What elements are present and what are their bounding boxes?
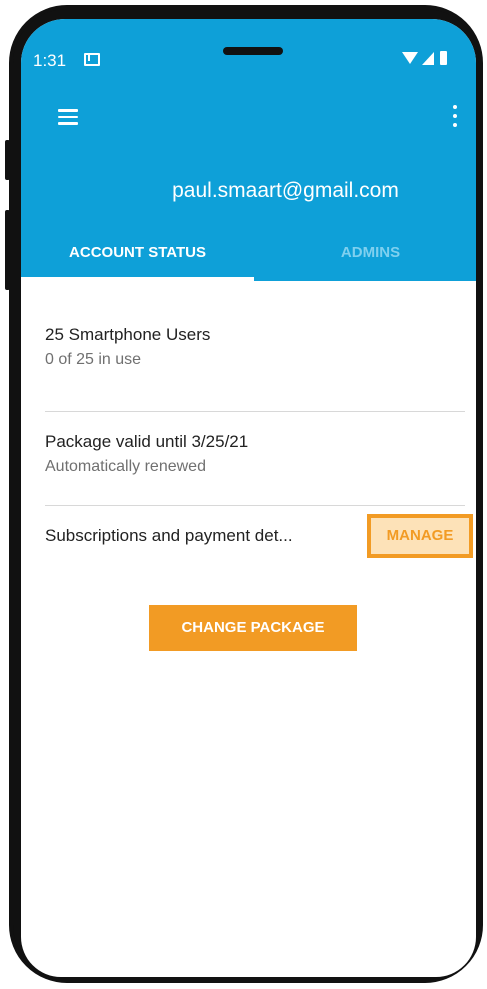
tab-account-status[interactable]: ACCOUNT STATUS bbox=[21, 235, 254, 281]
signal-icon bbox=[422, 52, 434, 65]
change-package-button[interactable]: CHANGE PACKAGE bbox=[149, 605, 357, 651]
app-bar: 1:31 paul.smaart@gmail.com ACCOUNT STATU… bbox=[21, 19, 476, 281]
users-row: 25 Smartphone Users 0 of 25 in use bbox=[45, 325, 465, 369]
divider bbox=[45, 411, 465, 412]
phone-side-button bbox=[5, 140, 10, 180]
menu-icon[interactable] bbox=[58, 109, 78, 125]
account-email: paul.smaart@gmail.com bbox=[172, 179, 399, 202]
battery-icon bbox=[440, 51, 447, 65]
status-bar: 1:31 bbox=[21, 19, 476, 70]
users-title: 25 Smartphone Users bbox=[45, 325, 211, 344]
subscriptions-label: Subscriptions and payment det... bbox=[45, 526, 293, 545]
more-vertical-icon[interactable] bbox=[451, 105, 459, 129]
tab-indicator bbox=[21, 277, 254, 281]
package-renewal: Automatically renewed bbox=[45, 458, 206, 475]
divider bbox=[45, 505, 465, 506]
camera-notch bbox=[223, 47, 283, 55]
tab-admins[interactable]: ADMINS bbox=[254, 235, 476, 281]
phone-screen: 1:31 paul.smaart@gmail.com ACCOUNT STATU… bbox=[21, 19, 476, 977]
users-usage: 0 of 25 in use bbox=[45, 351, 142, 368]
manage-button[interactable]: MANAGE bbox=[367, 514, 473, 558]
phone-side-button bbox=[5, 210, 10, 290]
status-icons bbox=[402, 51, 462, 67]
package-title: Package valid until 3/25/21 bbox=[45, 432, 249, 451]
wifi-icon bbox=[402, 52, 418, 64]
mail-icon bbox=[84, 53, 100, 66]
tab-bar: ACCOUNT STATUS ADMINS bbox=[21, 235, 476, 281]
package-row: Package valid until 3/25/21 Automaticall… bbox=[45, 432, 465, 476]
status-time: 1:31 bbox=[33, 51, 67, 70]
